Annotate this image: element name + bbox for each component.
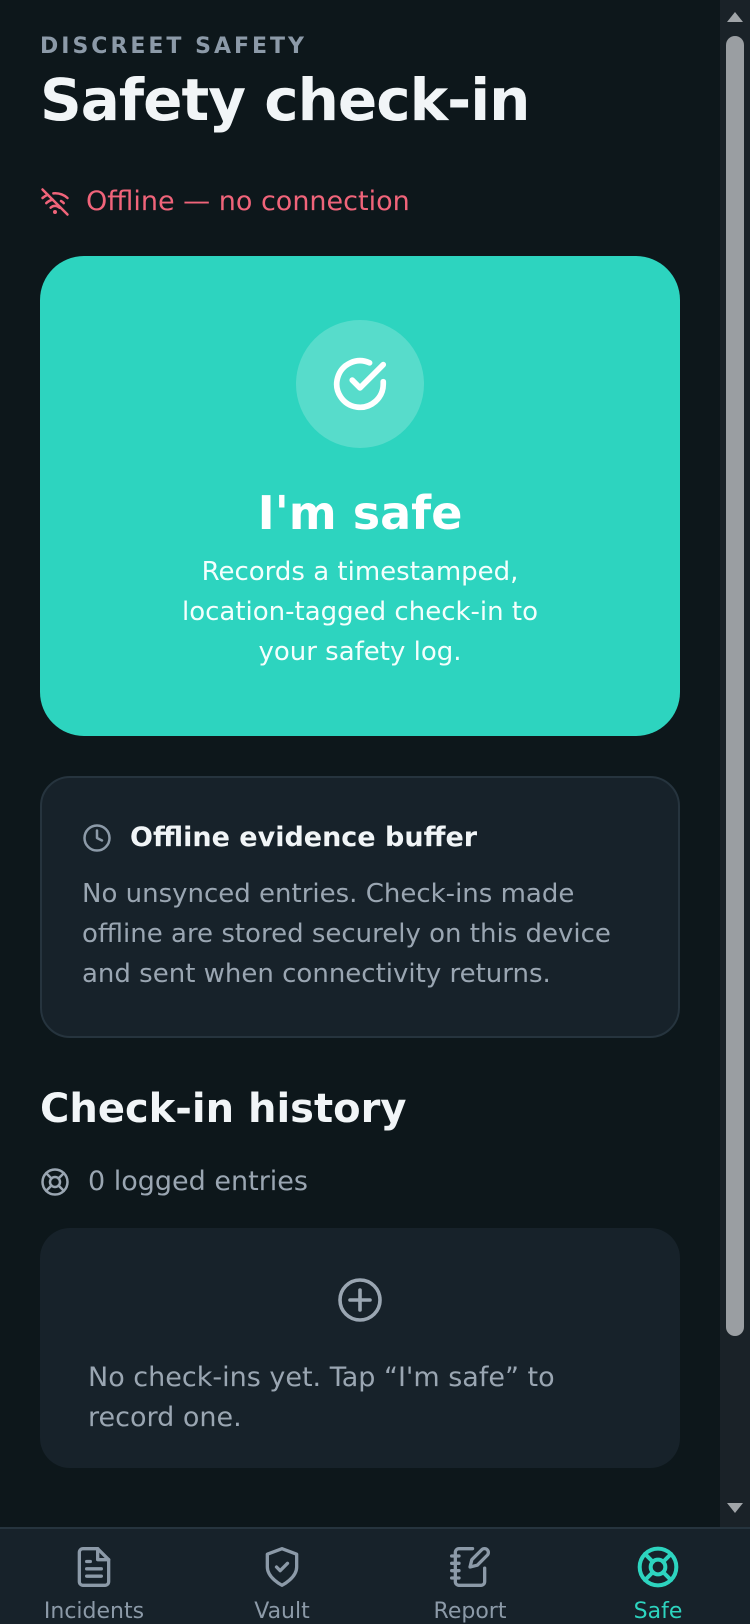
check-circle-icon bbox=[333, 357, 387, 411]
nav-item-report[interactable]: Report bbox=[376, 1529, 564, 1624]
offline-buffer-header: Offline evidence buffer bbox=[82, 822, 477, 853]
lifebuoy-icon bbox=[637, 1546, 679, 1588]
history-empty-text: No check-ins yet. Tap “I'm safe” to reco… bbox=[88, 1362, 555, 1433]
nav-item-incidents[interactable]: Incidents bbox=[0, 1529, 188, 1624]
im-safe-button[interactable]: I'm safe Records a timestamped, location… bbox=[40, 256, 680, 736]
nav-label-safe: Safe bbox=[633, 1599, 683, 1624]
shield-check-icon bbox=[265, 1547, 299, 1587]
scroll-thumb[interactable] bbox=[726, 36, 744, 1336]
offline-buffer-card: Offline evidence buffer No unsynced entr… bbox=[40, 776, 680, 1038]
offline-status-text: Offline — no connection bbox=[86, 186, 410, 217]
offline-buffer-title: Offline evidence buffer bbox=[130, 822, 478, 853]
nav-item-safe[interactable]: Safe bbox=[564, 1529, 750, 1624]
plus-circle-icon bbox=[338, 1278, 382, 1322]
document-icon bbox=[77, 1547, 111, 1587]
offline-status: Offline — no connection bbox=[40, 186, 410, 217]
bottom-nav: Incidents Vault Report Safe bbox=[0, 1527, 750, 1624]
empty-state-icon-wrap bbox=[336, 1276, 384, 1328]
safe-icon-badge bbox=[296, 320, 424, 448]
offline-buffer-body: No unsynced entries. Check-ins made offl… bbox=[82, 879, 611, 989]
page-eyebrow: DISCREET SAFETY bbox=[40, 34, 307, 59]
im-safe-description: Records a timestamped, location-tagged c… bbox=[181, 557, 538, 667]
nav-label-report: Report bbox=[433, 1599, 507, 1624]
nav-label-incidents: Incidents bbox=[43, 1599, 145, 1624]
clock-icon bbox=[83, 823, 111, 852]
scroll-up-arrow-icon[interactable] bbox=[727, 12, 743, 22]
wifi-off-icon bbox=[41, 187, 69, 216]
vertical-scrollbar[interactable] bbox=[720, 0, 750, 1527]
lifebuoy-icon bbox=[41, 1167, 69, 1196]
history-title: Check-in history bbox=[40, 1086, 407, 1132]
history-count-text: 0 logged entries bbox=[88, 1166, 308, 1197]
nav-label-vault: Vault bbox=[254, 1599, 310, 1624]
history-empty-state: No check-ins yet. Tap “I'm safe” to reco… bbox=[40, 1228, 680, 1468]
scroll-down-arrow-icon[interactable] bbox=[727, 1503, 743, 1513]
history-count: 0 logged entries bbox=[40, 1166, 308, 1197]
nav-item-vault[interactable]: Vault bbox=[188, 1529, 376, 1624]
page-title: Safety check-in bbox=[40, 66, 530, 134]
app-viewport: DISCREET SAFETY Safety check-in Offline … bbox=[0, 0, 750, 1624]
im-safe-title: I'm safe bbox=[257, 486, 463, 540]
notebook-pen-icon bbox=[450, 1547, 490, 1587]
